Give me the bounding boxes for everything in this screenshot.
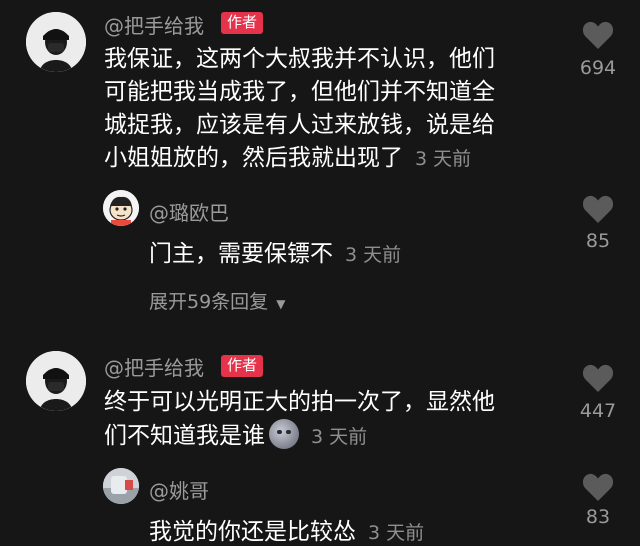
like-button[interactable] <box>563 363 633 397</box>
comment-line-last: 们不知道我是谁 3 天前 <box>104 419 495 454</box>
reply-text-row: 门主，需要保镖不 3 天前 <box>149 234 401 268</box>
author-avatar[interactable] <box>26 12 86 72</box>
comment-text: 我保证，这两个大叔我并不认识，他们 可能把我当成我了，但他们并不知道全 城捉我，… <box>104 43 495 176</box>
chevron-down-icon: ▼ <box>276 297 286 311</box>
reply-text-row: 我觉的你还是比较怂 3 天前 <box>149 512 424 546</box>
comment-time: 3 天前 <box>415 148 472 170</box>
comment-username[interactable]: @把手给我 <box>104 352 204 381</box>
comment-line-last: 小姐姐放的，然后我就出现了 3 天前 <box>104 142 495 176</box>
reply-time: 3 天前 <box>368 522 425 544</box>
author-badge: 作者 <box>221 355 264 377</box>
like-button[interactable] <box>563 20 633 54</box>
author-avatar[interactable] <box>26 351 86 411</box>
reply-text: 门主，需要保镖不 <box>149 241 333 267</box>
expand-replies-button[interactable]: 展开59条回复 ▼ <box>149 287 285 314</box>
reply-avatar-image <box>103 190 139 226</box>
comment-username[interactable]: @把手给我 <box>104 10 204 39</box>
heart-icon <box>582 473 614 501</box>
heart-icon <box>582 21 614 49</box>
reply-avatar-image <box>103 468 139 504</box>
reply-avatar[interactable] <box>103 190 139 226</box>
author-badge: 作者 <box>221 12 264 34</box>
reply-time: 3 天前 <box>345 244 402 266</box>
author-avatar-image <box>26 351 86 411</box>
like-count: 694 <box>579 57 617 79</box>
reply-avatar[interactable] <box>103 468 139 504</box>
like-button[interactable] <box>563 194 633 228</box>
expand-replies-label: 展开59条回复 <box>149 291 269 313</box>
reply-username[interactable]: @姚哥 <box>149 475 209 504</box>
comment-line: 小姐姐放的，然后我就出现了 <box>104 145 403 171</box>
like-count: 83 <box>585 506 611 528</box>
comment-line: 可能把我当成我了，但他们并不知道全 <box>104 79 495 105</box>
comment-line: 城捉我，应该是有人过来放钱，说是给 <box>104 112 495 138</box>
like-count: 447 <box>579 400 617 422</box>
comment-line: 终于可以光明正大的拍一次了，显然他 <box>104 389 495 415</box>
reply-text: 我觉的你还是比较怂 <box>149 519 356 545</box>
heart-icon <box>582 364 614 392</box>
comment-line: 我保证，这两个大叔我并不认识，他们 <box>104 46 495 72</box>
like-button[interactable] <box>563 472 633 506</box>
reply-username[interactable]: @璐欧巴 <box>149 197 229 226</box>
like-count: 85 <box>585 230 611 252</box>
moon-face-emoji <box>269 419 299 449</box>
comment-text: 终于可以光明正大的拍一次了，显然他 们不知道我是谁 3 天前 <box>104 386 495 454</box>
author-avatar-image <box>26 12 86 72</box>
heart-icon <box>582 195 614 223</box>
comment-line: 们不知道我是谁 <box>104 423 265 449</box>
comment-time: 3 天前 <box>311 426 368 448</box>
